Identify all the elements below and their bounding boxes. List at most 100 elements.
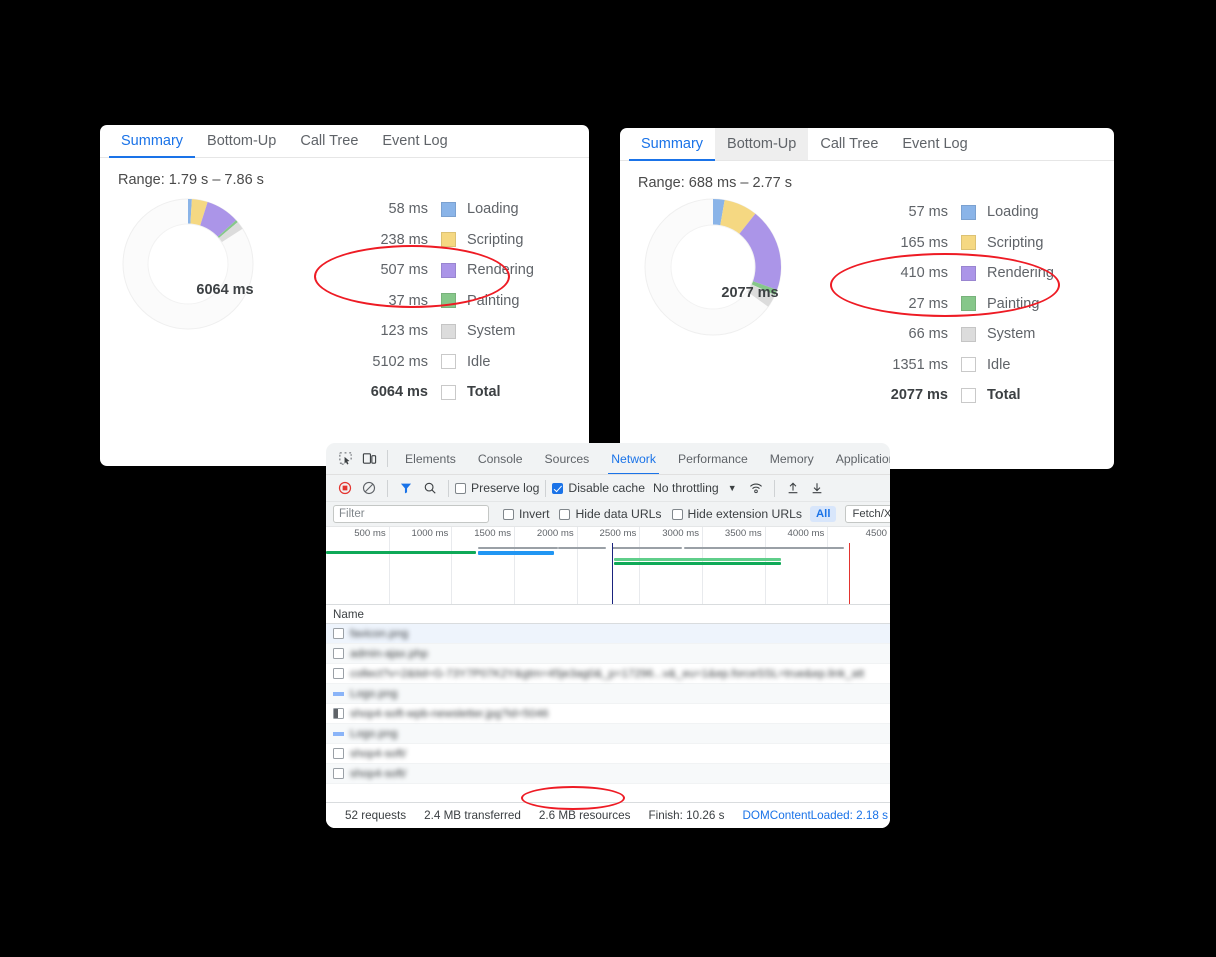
legend-row-scripting[interactable]: 238 ms Scripting <box>350 225 534 256</box>
legend-value: 165 ms <box>900 234 948 251</box>
legend-value: 6064 ms <box>370 384 428 401</box>
request-name: Logo.png <box>350 727 398 740</box>
devtools-tab-network[interactable]: Network <box>600 443 667 474</box>
legend-row-system[interactable]: 66 ms System <box>870 319 1054 350</box>
record-stop-icon[interactable] <box>333 476 357 500</box>
tab-label: Bottom-Up <box>727 136 797 152</box>
preserve-log-label: Preserve log <box>471 481 540 495</box>
devtools-tab-elements[interactable]: Elements <box>394 443 467 474</box>
request-row[interactable]: shop4-soft/ <box>326 764 890 784</box>
devtools-tab-sources[interactable]: Sources <box>534 443 601 474</box>
legend-swatch-system <box>441 323 456 339</box>
type-filter-all[interactable]: All <box>810 506 837 522</box>
toolbar-divider <box>773 479 775 497</box>
preserve-log-checkbox[interactable]: Preserve log <box>455 481 539 495</box>
legend-value: 57 ms <box>908 204 949 221</box>
request-row[interactable]: shop4-soft-wpb-newsletter.jpg?id=5046 <box>326 704 890 724</box>
device-toolbar-icon[interactable] <box>357 447 381 471</box>
requests-table-header: Name <box>326 605 890 624</box>
legend-label: Scripting <box>987 234 1044 251</box>
tab-event-log[interactable]: Event Log <box>890 128 979 160</box>
hide-data-urls-checkbox[interactable]: Hide data URLs <box>559 507 662 521</box>
donut-center-total: 6064 ms <box>196 282 254 298</box>
network-overview-timeline[interactable]: 500 ms 1000 ms 1500 ms 2000 ms 2500 ms 3000 m… <box>326 527 890 605</box>
requests-count: 52 requests <box>345 809 407 822</box>
legend-swatch-scripting <box>961 235 976 251</box>
devtools-tab-memory[interactable]: Memory <box>759 443 825 474</box>
timeline-request-bar <box>684 547 844 550</box>
filter-icon[interactable] <box>394 476 418 500</box>
document-icon <box>333 768 344 779</box>
tab-summary[interactable]: Summary <box>109 125 196 158</box>
request-row[interactable]: Logo.png <box>326 684 890 704</box>
timeline-tick: 3500 ms <box>725 527 766 604</box>
load-event-marker <box>849 543 851 604</box>
performance-tabbar-left: Summary Bottom-Up Call Tree Event Log <box>100 125 589 158</box>
disable-cache-label: Disable cache <box>568 481 645 495</box>
tab-label: Elements <box>405 451 456 466</box>
inspect-element-icon[interactable] <box>333 447 357 471</box>
column-header-name: Name <box>333 607 364 621</box>
legend-row-rendering[interactable]: 507 ms Rendering <box>350 255 533 286</box>
legend-value: 238 ms <box>380 231 428 248</box>
hide-extension-urls-label: Hide extension URLs <box>687 507 803 521</box>
type-filter-fetch-xhr[interactable]: Fetch/XHR <box>845 505 890 523</box>
legend-label: Loading <box>987 204 1039 221</box>
search-icon[interactable] <box>418 476 442 500</box>
legend-value: 27 ms <box>908 295 949 312</box>
legend-row-total[interactable]: 6064 ms Total <box>350 377 534 408</box>
legend-swatch-loading <box>441 201 456 217</box>
disable-cache-checkbox[interactable]: Disable cache <box>552 481 645 495</box>
legend-label: Painting <box>987 295 1040 312</box>
legend-row-idle[interactable]: 5102 ms Idle <box>350 347 534 378</box>
range-label: Range: 688 ms – 2.77 s <box>638 175 792 191</box>
filter-input[interactable]: Filter <box>333 505 489 523</box>
legend-swatch-painting <box>441 293 456 309</box>
legend-row-rendering[interactable]: 410 ms Rendering <box>870 258 1054 289</box>
legend-label: Loading <box>467 201 519 218</box>
tab-label: Performance <box>677 451 748 466</box>
legend-label: Total <box>987 387 1021 404</box>
legend-label: Idle <box>987 356 1011 373</box>
tab-bottom-up[interactable]: Bottom-Up <box>715 128 809 160</box>
tab-event-log[interactable]: Event Log <box>370 125 459 157</box>
request-row[interactable]: collect?v=2&tid=G-73Y7P07K2Y&gtm=45je3ag… <box>326 664 890 684</box>
invert-checkbox[interactable]: Invert <box>503 507 549 521</box>
legend-row-loading[interactable]: 57 ms Loading <box>870 197 1054 228</box>
request-row[interactable]: shop4-soft/ <box>326 744 890 764</box>
request-row[interactable]: Logo.png <box>326 724 890 744</box>
tab-call-tree[interactable]: Call Tree <box>808 128 890 160</box>
legend-value: 66 ms <box>908 326 949 343</box>
tab-label: Summary <box>121 133 184 149</box>
legend-row-painting[interactable]: 27 ms Painting <box>870 289 1054 320</box>
request-name: shop4-soft/ <box>350 767 407 780</box>
network-conditions-icon[interactable] <box>744 476 768 500</box>
devtools-tab-application[interactable]: Application <box>825 443 890 474</box>
tab-summary[interactable]: Summary <box>629 128 716 161</box>
legend-row-scripting[interactable]: 165 ms Scripting <box>870 228 1054 259</box>
tab-call-tree[interactable]: Call Tree <box>288 125 370 157</box>
request-row[interactable]: favicon.png <box>326 624 890 644</box>
legend-row-idle[interactable]: 1351 ms Idle <box>870 350 1054 381</box>
throttling-select[interactable]: No throttling ▼ <box>653 481 737 495</box>
devtools-tab-console[interactable]: Console <box>467 443 534 474</box>
legend-label: Idle <box>467 353 491 370</box>
clear-icon[interactable] <box>357 476 381 500</box>
tab-bottom-up[interactable]: Bottom-Up <box>195 125 288 157</box>
document-icon <box>333 628 344 639</box>
request-name: collect?v=2&tid=G-73Y7P07K2Y&gtm=45je3ag… <box>350 667 865 680</box>
legend-row-painting[interactable]: 37 ms Painting <box>350 286 534 317</box>
import-har-icon[interactable] <box>781 476 805 500</box>
legend-row-loading[interactable]: 58 ms Loading <box>350 194 534 225</box>
devtools-tab-performance[interactable]: Performance <box>667 443 759 474</box>
timeline-tick-label: 1000 ms <box>411 528 449 539</box>
timeline-tick-label: 4000 ms <box>787 528 825 539</box>
hide-extension-urls-checkbox[interactable]: Hide extension URLs <box>671 507 803 521</box>
legend-label: Rendering <box>987 265 1054 282</box>
legend-row-total[interactable]: 2077 ms Total <box>870 380 1054 411</box>
request-name: shop4-soft-wpb-newsletter.jpg?id=5046 <box>350 707 549 720</box>
domcontentloaded-marker <box>612 543 614 604</box>
export-har-icon[interactable] <box>805 476 829 500</box>
request-row[interactable]: admin-ajax.php <box>326 644 890 664</box>
legend-row-system[interactable]: 123 ms System <box>350 316 534 347</box>
